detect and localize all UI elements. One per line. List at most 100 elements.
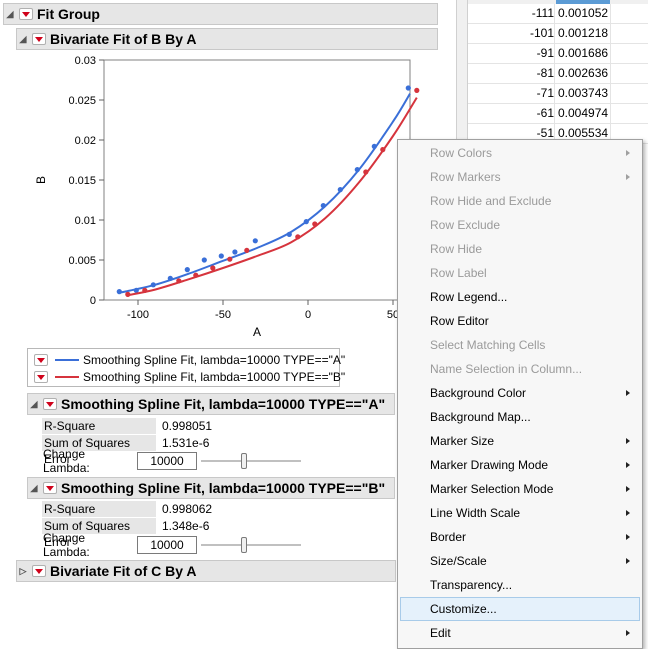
legend-label-b: Smoothing Spline Fit, lambda=10000 TYPE=…	[83, 370, 346, 384]
data-point[interactable]	[303, 219, 309, 225]
plot-frame[interactable]	[103, 59, 411, 301]
table-cell-b[interactable]: 0.002636	[556, 64, 612, 83]
table-cell-a[interactable]: -101	[468, 24, 554, 43]
red-triangle-menu-icon[interactable]	[34, 354, 48, 366]
data-point[interactable]	[150, 282, 156, 288]
red-triangle-menu-icon[interactable]	[32, 565, 46, 577]
data-point[interactable]	[167, 275, 173, 281]
menu-item-marker-size[interactable]: Marker Size	[400, 429, 640, 453]
data-point[interactable]	[354, 167, 360, 173]
data-point[interactable]	[201, 257, 207, 263]
menu-item-row-legend[interactable]: Row Legend...	[400, 285, 640, 309]
data-point[interactable]	[218, 253, 224, 259]
menu-item-row-colors: Row Colors	[400, 141, 640, 165]
slider-thumb[interactable]	[241, 453, 247, 469]
menu-item-border[interactable]: Border	[400, 525, 640, 549]
slider-thumb[interactable]	[241, 537, 247, 553]
legend-item-b[interactable]: Smoothing Spline Fit, lambda=10000 TYPE=…	[34, 369, 345, 385]
menu-item-label: Name Selection in Column...	[430, 362, 583, 376]
table-row[interactable]: -101 0.001218	[468, 24, 648, 44]
legend-item-a[interactable]: Smoothing Spline Fit, lambda=10000 TYPE=…	[34, 352, 345, 368]
data-point[interactable]	[405, 85, 411, 91]
chart-legend: Smoothing Spline Fit, lambda=10000 TYPE=…	[27, 348, 345, 387]
table-cell-a[interactable]: -91	[468, 44, 554, 63]
table-row[interactable]: -71 0.003743	[468, 84, 648, 104]
column-divider	[554, 4, 555, 23]
table-row[interactable]: -61 0.004974	[468, 104, 648, 124]
menu-item-edit[interactable]: Edit	[400, 621, 640, 645]
data-point[interactable]	[210, 265, 216, 271]
data-point[interactable]	[371, 143, 377, 149]
red-triangle-menu-icon[interactable]	[43, 398, 57, 410]
table-cell-b[interactable]: 0.001686	[556, 44, 612, 63]
table-row[interactable]: -111 0.001052	[468, 4, 648, 24]
collapse-triangle-icon[interactable]: ◢	[28, 398, 40, 410]
lambda-input[interactable]: 10000	[137, 536, 197, 554]
table-cell-a[interactable]: -81	[468, 64, 554, 83]
x-tick-label: 0	[305, 309, 311, 321]
lambda-slider[interactable]	[201, 536, 301, 554]
data-point[interactable]	[176, 278, 182, 284]
collapse-triangle-icon[interactable]: ◢	[28, 482, 40, 494]
data-point[interactable]	[414, 87, 420, 93]
table-cell-b[interactable]: 0.001218	[556, 24, 612, 43]
table-cell-b[interactable]: 0.003743	[556, 84, 612, 103]
menu-item-row-exclude: Row Exclude	[400, 213, 640, 237]
data-point[interactable]	[116, 289, 122, 295]
collapse-triangle-icon[interactable]: ◢	[17, 33, 29, 45]
fit-b-stats: R-Square 0.998062 Sum of Squares Error 1…	[42, 500, 212, 549]
data-point[interactable]	[337, 187, 343, 193]
bivariate-c-title: Bivariate Fit of C By A	[50, 563, 197, 579]
red-triangle-menu-icon[interactable]	[43, 482, 57, 494]
menu-item-transparency[interactable]: Transparency...	[400, 573, 640, 597]
fit-a-header[interactable]: ◢ Smoothing Spline Fit, lambda=10000 TYP…	[27, 393, 395, 415]
table-row[interactable]: -81 0.002636	[468, 64, 648, 84]
red-triangle-menu-icon[interactable]	[32, 33, 46, 45]
data-point[interactable]	[142, 287, 148, 293]
data-point[interactable]	[320, 203, 326, 209]
data-point[interactable]	[227, 256, 233, 262]
data-point[interactable]	[193, 272, 199, 278]
data-point[interactable]	[252, 238, 258, 244]
red-triangle-menu-icon[interactable]	[19, 8, 33, 20]
data-point[interactable]	[244, 247, 250, 253]
data-point[interactable]	[312, 221, 318, 227]
fit-b-header[interactable]: ◢ Smoothing Spline Fit, lambda=10000 TYP…	[27, 477, 395, 499]
expand-triangle-icon[interactable]: ▷	[17, 565, 29, 577]
y-tick-label: 0.02	[75, 135, 96, 147]
data-point[interactable]	[133, 287, 139, 293]
lambda-slider[interactable]	[201, 452, 301, 470]
bivariate-c-header[interactable]: ▷ Bivariate Fit of C By A	[16, 560, 396, 582]
fit-group-header[interactable]: ◢ Fit Group	[3, 3, 438, 25]
submenu-arrow-icon	[626, 462, 630, 468]
data-point[interactable]	[184, 267, 190, 273]
data-point[interactable]	[380, 147, 386, 153]
menu-item-label: Border	[430, 530, 467, 544]
menu-item-marker-selection-mode[interactable]: Marker Selection Mode	[400, 477, 640, 501]
table-cell-a[interactable]: -61	[468, 104, 554, 123]
change-lambda-label: Change Lambda:	[43, 531, 90, 559]
bivariate-b-header[interactable]: ◢ Bivariate Fit of B By A	[16, 28, 438, 50]
data-point[interactable]	[363, 169, 369, 175]
table-row[interactable]: -91 0.001686	[468, 44, 648, 64]
table-cell-b[interactable]: 0.001052	[556, 4, 612, 23]
table-cell-a[interactable]: -71	[468, 84, 554, 103]
collapse-triangle-icon[interactable]: ◢	[4, 8, 16, 20]
table-cell-a[interactable]: -111	[468, 4, 554, 23]
menu-item-size-scale[interactable]: Size/Scale	[400, 549, 640, 573]
data-point[interactable]	[286, 231, 292, 237]
lambda-input[interactable]: 10000	[137, 452, 197, 470]
bivariate-b-chart[interactable]: 00.0050.010.0150.020.0250.03-100 -50 0 50AB	[0, 50, 456, 345]
rsquare-label: R-Square	[42, 417, 156, 434]
table-cell-b[interactable]: 0.004974	[556, 104, 612, 123]
menu-item-background-color[interactable]: Background Color	[400, 381, 640, 405]
menu-item-marker-drawing-mode[interactable]: Marker Drawing Mode	[400, 453, 640, 477]
menu-item-background-map[interactable]: Background Map...	[400, 405, 640, 429]
menu-item-line-width-scale[interactable]: Line Width Scale	[400, 501, 640, 525]
menu-item-row-editor[interactable]: Row Editor	[400, 309, 640, 333]
menu-item-customize[interactable]: Customize...	[400, 597, 640, 621]
red-triangle-menu-icon[interactable]	[34, 371, 48, 383]
data-point[interactable]	[125, 291, 131, 297]
data-point[interactable]	[232, 249, 238, 255]
data-point[interactable]	[295, 234, 301, 240]
